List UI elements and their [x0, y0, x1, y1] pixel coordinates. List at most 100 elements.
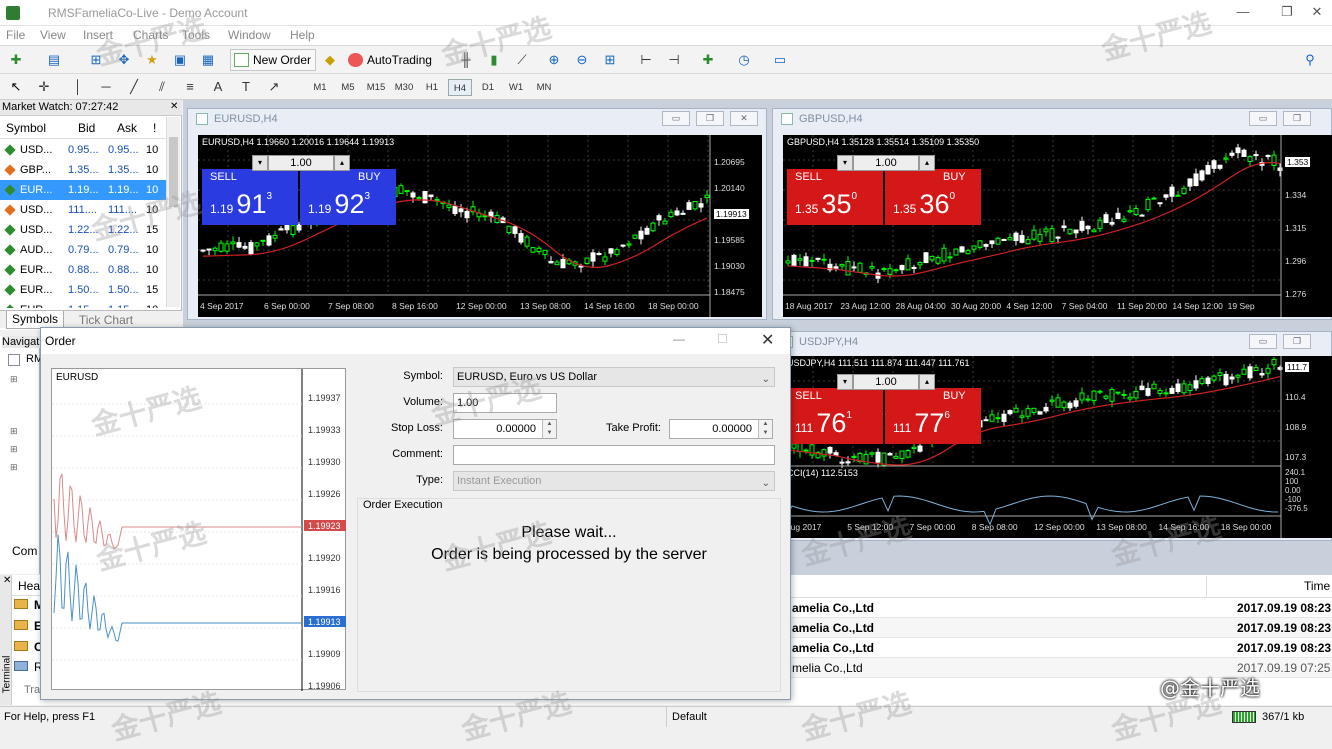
- terminal-row[interactable]: amelia Co.,Ltd 2017.09.19 08:23: [790, 638, 1332, 658]
- lot-size-field[interactable]: 1.00: [853, 374, 919, 390]
- lot-decrease-icon[interactable]: ▾: [837, 374, 853, 390]
- templates-icon[interactable]: ▭: [770, 50, 790, 70]
- sell-button[interactable]: SELL 1.19 913: [202, 169, 298, 225]
- text-icon[interactable]: A: [208, 77, 228, 97]
- line-chart-icon[interactable]: ⟋: [512, 50, 532, 70]
- new-order-button[interactable]: New Order: [230, 49, 317, 71]
- sell-button[interactable]: SELL 111 761: [787, 388, 883, 444]
- col-symbol[interactable]: Symbol: [6, 121, 46, 135]
- market-watch-scrollbar[interactable]: [166, 117, 180, 307]
- menu-tools[interactable]: Tools: [182, 28, 210, 42]
- take-profit-field[interactable]: 0.00000 ▲ ▼: [669, 419, 773, 439]
- lot-increase-icon[interactable]: ▴: [919, 374, 935, 390]
- restore-icon[interactable]: ❐: [1283, 334, 1311, 349]
- minimize-icon[interactable]: —: [673, 332, 685, 346]
- gbpusd-chart[interactable]: GBPUSD,H4 1.35128 1.35514 1.35109 1.3535…: [783, 135, 1332, 317]
- restore-icon[interactable]: ❐: [1274, 4, 1300, 22]
- lot-decrease-icon[interactable]: ▾: [837, 155, 853, 171]
- menu-help[interactable]: Help: [290, 28, 315, 42]
- col-spread[interactable]: !: [153, 121, 156, 135]
- lot-size-field[interactable]: 1.00: [853, 155, 919, 171]
- eurusd-chart[interactable]: EURUSD,H4 1.19660 1.20016 1.19644 1.1991…: [198, 135, 762, 317]
- symbol-select[interactable]: EURUSD, Euro vs US Dollar ⌄: [453, 367, 775, 387]
- expand-icon[interactable]: ⊞: [10, 426, 18, 437]
- channel-icon[interactable]: ⫽: [152, 77, 172, 97]
- tf-w1[interactable]: W1: [504, 79, 528, 96]
- terminal-row[interactable]: amelia Co.,Ltd 2017.09.19 08:23: [790, 598, 1332, 618]
- market-watch-close-icon[interactable]: ✕: [170, 101, 178, 112]
- trendline-icon[interactable]: ╱: [124, 77, 144, 97]
- expand-icon[interactable]: ⊞: [10, 444, 18, 455]
- market-watch-row[interactable]: EUR... 1.19... 1.19... 10: [0, 180, 166, 200]
- tf-h4[interactable]: H4: [448, 79, 472, 96]
- indicators-icon[interactable]: ✚: [698, 50, 718, 70]
- volume-field[interactable]: 1.00: [453, 393, 557, 413]
- minimize-icon[interactable]: ▭: [662, 111, 690, 126]
- buy-button[interactable]: BUY 111 776: [885, 388, 981, 444]
- text-label-icon[interactable]: T: [236, 77, 256, 97]
- tab-tick-chart[interactable]: Tick Chart: [70, 313, 142, 327]
- tf-d1[interactable]: D1: [476, 79, 500, 96]
- tf-m1[interactable]: M1: [308, 79, 332, 96]
- zoom-out-icon[interactable]: ⊖: [572, 50, 592, 70]
- lot-increase-icon[interactable]: ▴: [334, 155, 350, 171]
- crosshair-icon[interactable]: ✛: [34, 77, 54, 97]
- terminal-icon[interactable]: ▣: [170, 50, 190, 70]
- maximize-icon[interactable]: ☐: [717, 332, 728, 346]
- periods-icon[interactable]: ◷: [734, 50, 754, 70]
- strategy-tester-icon[interactable]: ▦: [198, 50, 218, 70]
- close-icon[interactable]: ✕: [1304, 4, 1330, 22]
- tab-common[interactable]: Com: [12, 544, 37, 558]
- col-bid[interactable]: Bid: [78, 121, 95, 135]
- close-icon[interactable]: ✕: [730, 111, 758, 126]
- lot-size-field[interactable]: 1.00: [268, 155, 334, 171]
- buy-button[interactable]: BUY 1.19 923: [300, 169, 396, 225]
- market-watch-row[interactable]: USD... 1.22... 1.22... 15: [0, 220, 166, 240]
- horizontal-line-icon[interactable]: ─: [96, 77, 116, 97]
- menu-file[interactable]: File: [6, 28, 25, 42]
- market-watch-row[interactable]: USD... 0.95... 0.95... 10: [0, 140, 166, 160]
- sell-button[interactable]: SELL 1.35 350: [787, 169, 883, 225]
- market-watch-row[interactable]: EUR... 0.88... 0.88... 10: [0, 260, 166, 280]
- expand-icon[interactable]: ⊞: [10, 374, 18, 385]
- restore-icon[interactable]: ❐: [696, 111, 724, 126]
- minimize-icon[interactable]: —: [1230, 4, 1256, 22]
- terminal-header-col[interactable]: Hea: [12, 576, 40, 596]
- close-icon[interactable]: ✕: [761, 330, 774, 350]
- market-watch-row[interactable]: GBP... 1.35... 1.35... 10: [0, 160, 166, 180]
- minimize-icon[interactable]: ▭: [1249, 111, 1277, 126]
- profiles-icon[interactable]: ▤: [44, 50, 64, 70]
- lot-increase-icon[interactable]: ▴: [919, 155, 935, 171]
- data-window-icon[interactable]: ✥: [114, 50, 134, 70]
- arrows-icon[interactable]: ↗: [264, 77, 284, 97]
- menu-insert[interactable]: Insert: [83, 28, 113, 42]
- autotrading-button[interactable]: AutoTrading: [344, 49, 437, 71]
- tile-windows-icon[interactable]: ⊞: [600, 50, 620, 70]
- menu-window[interactable]: Window: [228, 28, 271, 42]
- cursor-icon[interactable]: ↖: [6, 77, 26, 97]
- navigator-icon[interactable]: ★: [142, 50, 162, 70]
- vertical-line-icon[interactable]: │: [68, 77, 88, 97]
- menu-charts[interactable]: Charts: [133, 28, 168, 42]
- tf-h1[interactable]: H1: [420, 79, 444, 96]
- metaeditor-icon[interactable]: ◆: [320, 50, 340, 70]
- stop-loss-field[interactable]: 0.00000 ▲ ▼: [453, 419, 557, 439]
- usdjpy-chart[interactable]: USDJPY,H4 111.511 111.874 111.447 111.76…: [783, 356, 1332, 538]
- market-watch-icon[interactable]: ⊞: [86, 50, 106, 70]
- type-select[interactable]: Instant Execution ⌄: [453, 471, 775, 491]
- expand-icon[interactable]: ⊞: [10, 462, 18, 473]
- tf-mn[interactable]: MN: [532, 79, 556, 96]
- chart-shift-icon[interactable]: ⊢: [636, 50, 656, 70]
- menu-view[interactable]: View: [40, 28, 66, 42]
- market-watch-row[interactable]: EUR... 1.50... 1.50... 15: [0, 280, 166, 300]
- buy-button[interactable]: BUY 1.35 360: [885, 169, 981, 225]
- comment-field[interactable]: [453, 445, 775, 465]
- col-time[interactable]: Time: [1304, 579, 1330, 593]
- lot-decrease-icon[interactable]: ▾: [252, 155, 268, 171]
- terminal-close-icon[interactable]: ✕: [3, 575, 11, 586]
- terminal-row[interactable]: amelia Co.,Ltd 2017.09.19 08:23: [790, 618, 1332, 638]
- restore-icon[interactable]: ❐: [1283, 111, 1311, 126]
- autoscroll-icon[interactable]: ⊣: [664, 50, 684, 70]
- tf-m5[interactable]: M5: [336, 79, 360, 96]
- terminal-tab-trade[interactable]: Tra: [24, 684, 40, 696]
